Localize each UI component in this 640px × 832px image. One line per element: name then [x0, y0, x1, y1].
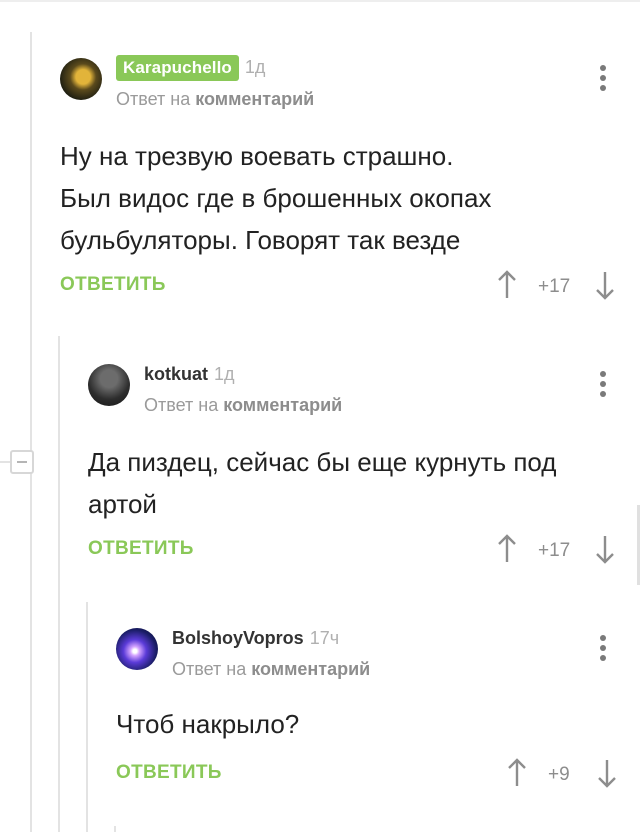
more-vertical-icon[interactable]	[593, 633, 613, 663]
avatar[interactable]	[116, 628, 158, 670]
parent-comment-link[interactable]: комментарий	[251, 659, 370, 679]
username[interactable]: Karapuchello	[116, 55, 239, 81]
comment-text: Да пиздец, сейчас бы еще курнуть под арт…	[88, 441, 620, 525]
comment-header: Karapuchello 1д	[116, 55, 265, 81]
comment-actions: ОТВЕТИТЬ +9	[116, 758, 620, 792]
arrow-down-icon[interactable]	[596, 756, 618, 790]
vote-block: +9	[506, 758, 620, 792]
arrow-down-icon[interactable]	[594, 532, 616, 566]
vote-block: +17	[496, 270, 620, 304]
comment-text: Чтоб накрыло?	[116, 703, 620, 745]
rating-count: +17	[538, 540, 571, 561]
comment-text-line: бульбуляторы. Говорят так везде	[60, 225, 461, 255]
collapse-thread-button[interactable]	[10, 450, 34, 474]
arrow-down-icon[interactable]	[594, 268, 616, 302]
arrow-up-icon[interactable]	[496, 268, 518, 302]
comment-actions: ОТВЕТИТЬ +17	[60, 270, 620, 304]
arrow-up-icon[interactable]	[506, 756, 528, 790]
top-divider	[0, 0, 640, 2]
comment-text-line: Был видос где в брошенных окопах	[60, 183, 492, 213]
comment-text-line: Да пиздец, сейчас бы еще курнуть под	[88, 447, 557, 477]
reply-button[interactable]: ОТВЕТИТЬ	[88, 538, 194, 560]
comment-text-line: Ну на трезвую воевать страшно.	[60, 141, 454, 171]
arrow-up-icon[interactable]	[496, 532, 518, 566]
reply-to-prefix: Ответ на	[144, 395, 219, 415]
thread-branch-line	[0, 461, 10, 463]
more-vertical-icon[interactable]	[593, 63, 613, 93]
reply-button[interactable]: ОТВЕТИТЬ	[60, 274, 166, 296]
comment: Karapuchello 1д Ответ на комментарий Ну н…	[60, 55, 620, 308]
comment-text-line: Чтоб накрыло?	[116, 709, 300, 739]
reply-to-label: Ответ на комментарий	[172, 659, 370, 680]
thread-line-level-1	[30, 32, 32, 832]
parent-comment-link[interactable]: комментарий	[223, 395, 342, 415]
reply-button[interactable]: ОТВЕТИТЬ	[116, 762, 222, 784]
comment-actions: ОТВЕТИТЬ +17	[88, 534, 620, 568]
vote-block: +17	[496, 534, 620, 568]
comment-text: Ну на трезвую воевать страшно. Был видос…	[60, 135, 620, 261]
thread-line-level-2	[58, 336, 60, 832]
comment-text-line: артой	[88, 489, 157, 519]
rating-count: +9	[548, 764, 570, 785]
avatar[interactable]	[88, 364, 130, 406]
reply-to-label: Ответ на комментарий	[144, 395, 342, 416]
comment-time: 1д	[214, 364, 235, 384]
reply-to-label: Ответ на комментарий	[116, 89, 314, 110]
comment-time: 1д	[244, 57, 266, 77]
comment-header: kotkuat 1д	[144, 361, 235, 387]
username[interactable]: kotkuat	[144, 361, 208, 388]
username[interactable]: BolshoyVopros	[172, 625, 304, 652]
avatar[interactable]	[60, 58, 102, 100]
comment-time: 17ч	[309, 628, 340, 648]
thread-line-level-3	[86, 602, 88, 832]
rating-count: +17	[538, 276, 571, 297]
comment-header: BolshoyVopros 17ч	[172, 625, 339, 651]
comment: kotkuat 1д Ответ на комментарий Да пиздец…	[88, 364, 620, 574]
reply-to-prefix: Ответ на	[172, 659, 247, 679]
reply-to-prefix: Ответ на	[116, 89, 191, 109]
parent-comment-link[interactable]: комментарий	[195, 89, 314, 109]
comment: BolshoyVopros 17ч Ответ на комментарий Чт…	[116, 628, 620, 798]
thread-line-level-4	[114, 826, 116, 832]
more-vertical-icon[interactable]	[593, 369, 613, 399]
